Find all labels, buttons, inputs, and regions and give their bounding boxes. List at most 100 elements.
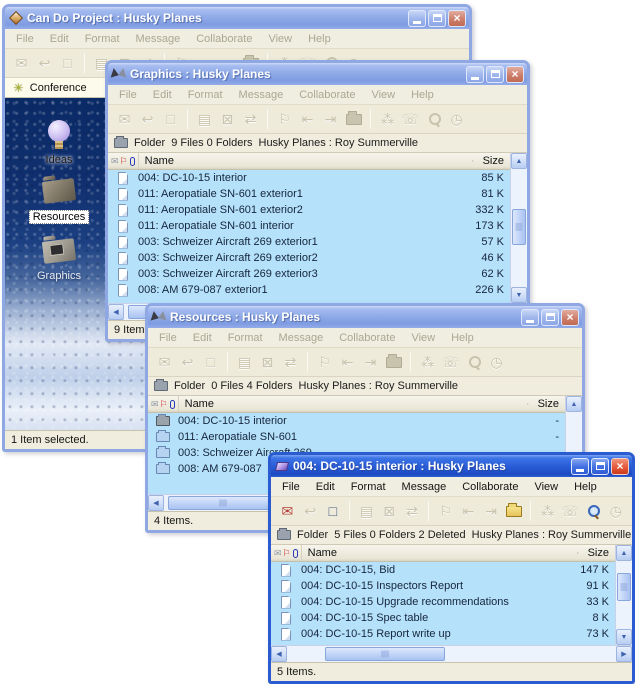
scroll-down-icon[interactable]: ▼ — [616, 629, 632, 645]
table-row[interactable]: 003: Schweizer Aircraft 269 exterior246 … — [108, 250, 510, 266]
ideas-lightbulb-icon — [48, 120, 70, 142]
maximize-button[interactable] — [428, 10, 446, 27]
menu-edit[interactable]: Edit — [146, 87, 179, 103]
menu-format[interactable]: Format — [221, 330, 270, 346]
folder-counts: 9 Files 0 Folders — [171, 137, 252, 149]
menu-format[interactable]: Format — [181, 87, 230, 103]
table-row[interactable]: 008: AM 679-087 exterior1226 K — [108, 282, 510, 298]
menu-format[interactable]: Format — [344, 479, 393, 495]
column-size[interactable]: Size — [588, 547, 615, 559]
menu-file[interactable]: File — [275, 479, 307, 495]
column-size[interactable]: Size — [483, 155, 510, 167]
scroll-up-icon[interactable]: ▲ — [511, 153, 527, 169]
search-icon[interactable] — [583, 501, 604, 522]
titlebar[interactable]: Graphics : Husky Planes × — [108, 63, 527, 85]
menu-collaborate[interactable]: Collaborate — [292, 87, 362, 103]
table-row[interactable]: 004: DC-10-15 interior- — [148, 413, 565, 429]
vertical-scrollbar[interactable]: ▲ ▼ — [615, 545, 632, 645]
table-row[interactable]: 011: Aeropatiale SN-601 exterior181 K — [108, 186, 510, 202]
menu-view[interactable]: View — [261, 31, 299, 47]
sidebar-item-graphics[interactable]: Graphics — [5, 240, 113, 282]
scroll-left-icon[interactable]: ◀ — [148, 495, 164, 511]
scrollbar-thumb[interactable] — [512, 209, 526, 245]
table-row[interactable]: 003: Schweizer Aircraft 269 exterior362 … — [108, 266, 510, 282]
table-row[interactable]: 004: DC-10-15, Bid147 K — [271, 562, 615, 578]
scrollbar-thumb[interactable] — [617, 573, 631, 601]
column-header[interactable]: ✉ ⚐ Name · Size — [271, 545, 632, 562]
menu-file[interactable]: File — [9, 31, 41, 47]
menu-help[interactable]: Help — [444, 330, 481, 346]
menu-collaborate[interactable]: Collaborate — [455, 479, 525, 495]
titlebar[interactable]: 004: DC-10-15 interior : Husky Planes × — [271, 455, 632, 477]
scrollbar-thumb[interactable] — [168, 496, 278, 510]
table-row[interactable]: 011: Aeropatiale SN-601- — [148, 429, 565, 445]
scrollbar-thumb[interactable] — [325, 647, 445, 661]
close-button[interactable]: × — [448, 10, 466, 27]
scroll-up-icon[interactable]: ▲ — [566, 396, 582, 412]
table-row[interactable]: 011: Aeropatiale SN-601 interior173 K — [108, 218, 510, 234]
column-size[interactable]: Size — [538, 398, 565, 410]
close-button[interactable]: × — [561, 309, 579, 326]
menu-file[interactable]: File — [112, 87, 144, 103]
menu-view[interactable]: View — [364, 87, 402, 103]
folder-size: - — [555, 415, 565, 427]
file-name: 004: DC-10-15 Inspectors Report — [301, 580, 586, 592]
close-button[interactable]: × — [611, 458, 629, 475]
menu-message[interactable]: Message — [232, 87, 291, 103]
menu-view[interactable]: View — [404, 330, 442, 346]
sidebar-item-resources[interactable]: Resources — [5, 180, 113, 224]
file-list: 004: DC-10-15 interior85 K 011: Aeropati… — [108, 170, 527, 303]
menu-view[interactable]: View — [527, 479, 565, 495]
titlebar[interactable]: Resources : Husky Planes × — [148, 306, 582, 328]
column-name[interactable]: Name — [302, 547, 576, 559]
titlebar[interactable]: Can Do Project : Husky Planes × — [5, 7, 469, 29]
column-header[interactable]: ✉ ⚐ Name · Size — [148, 396, 582, 413]
minimize-button[interactable] — [571, 458, 589, 475]
menu-edit[interactable]: Edit — [309, 479, 342, 495]
attachment-icon — [170, 400, 175, 409]
menu-message[interactable]: Message — [129, 31, 188, 47]
table-row[interactable]: 011: Aeropatiale SN-601 exterior2332 K — [108, 202, 510, 218]
reply-icon: ↩ — [34, 53, 55, 74]
table-row[interactable]: 004: DC-10-15 Upgrade recommendations33 … — [271, 594, 615, 610]
minimize-button[interactable] — [466, 66, 484, 83]
new-document-icon[interactable]: □ — [322, 501, 343, 522]
sidebar-item-label: Ideas — [46, 154, 73, 166]
column-name[interactable]: Name — [139, 155, 471, 167]
minimize-button[interactable] — [408, 10, 426, 27]
table-row[interactable]: 003: Schweizer Aircraft 269 exterior157 … — [108, 234, 510, 250]
menu-message[interactable]: Message — [395, 479, 454, 495]
maximize-button[interactable] — [486, 66, 504, 83]
menu-help[interactable]: Help — [567, 479, 604, 495]
table-row[interactable]: 004: DC-10-15 interior85 K — [108, 170, 510, 186]
scroll-right-icon[interactable]: ▶ — [616, 646, 632, 662]
menu-help[interactable]: Help — [404, 87, 441, 103]
maximize-button[interactable] — [591, 458, 609, 475]
horizontal-scrollbar[interactable]: ◀ ▶ — [271, 645, 632, 662]
menu-edit[interactable]: Edit — [186, 330, 219, 346]
menu-collaborate[interactable]: Collaborate — [332, 330, 402, 346]
menu-collaborate[interactable]: Collaborate — [189, 31, 259, 47]
column-header[interactable]: ✉ ⚐ Name · Size — [108, 153, 527, 170]
vertical-scrollbar[interactable]: ▲ ▼ — [510, 153, 527, 303]
new-message-icon[interactable]: ✉ — [277, 501, 298, 522]
view-list-icon: ▤ — [194, 109, 215, 130]
scroll-left-icon[interactable]: ◀ — [108, 304, 124, 320]
scroll-down-icon[interactable]: ▼ — [511, 287, 527, 303]
scroll-left-icon[interactable]: ◀ — [271, 646, 287, 662]
close-button[interactable]: × — [506, 66, 524, 83]
column-name[interactable]: Name — [179, 398, 526, 410]
menu-edit[interactable]: Edit — [43, 31, 76, 47]
menu-message[interactable]: Message — [272, 330, 331, 346]
sidebar-item-ideas[interactable]: Ideas — [5, 120, 113, 166]
menu-help[interactable]: Help — [301, 31, 338, 47]
scroll-up-icon[interactable]: ▲ — [616, 545, 632, 561]
table-row[interactable]: 004: DC-10-15 Report write up73 K — [271, 626, 615, 642]
minimize-button[interactable] — [521, 309, 539, 326]
menu-format[interactable]: Format — [78, 31, 127, 47]
table-row[interactable]: 004: DC-10-15 Spec table8 K — [271, 610, 615, 626]
menu-file[interactable]: File — [152, 330, 184, 346]
parent-folder-icon[interactable] — [503, 501, 524, 522]
maximize-button[interactable] — [541, 309, 559, 326]
table-row[interactable]: 004: DC-10-15 Inspectors Report91 K — [271, 578, 615, 594]
